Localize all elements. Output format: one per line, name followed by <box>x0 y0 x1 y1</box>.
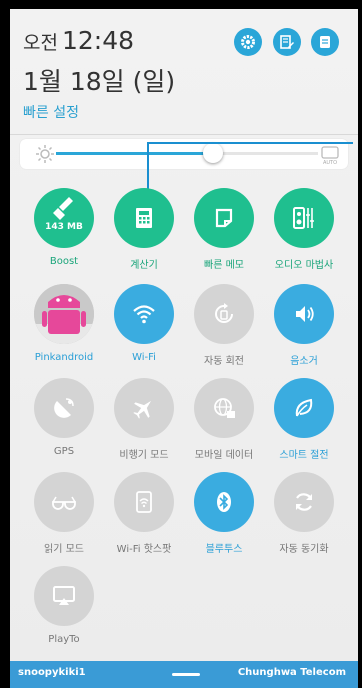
tile-label: Wi-Fi <box>132 352 156 363</box>
auto-sync-button[interactable] <box>274 472 334 532</box>
tile-mobile-data[interactable]: 모바일 데이터 <box>186 378 262 461</box>
audio-wizard-button[interactable] <box>274 188 334 248</box>
tile-auto-rotate[interactable]: 자동 회전 <box>186 284 262 367</box>
bluetooth-icon <box>217 492 231 512</box>
tile-smart-saving[interactable]: 스마트 절전 <box>266 378 342 461</box>
memo-icon <box>215 208 233 228</box>
auto-brightness-label: AUTO <box>323 160 337 166</box>
airplane-mode-button[interactable] <box>114 378 174 438</box>
equalizer-icon <box>293 207 314 229</box>
gear-icon <box>241 35 255 49</box>
quick-memo-button[interactable] <box>194 188 254 248</box>
tile-quick-memo[interactable]: 빠른 메모 <box>186 188 262 271</box>
edit-icon <box>280 35 294 49</box>
carrier-name: Chunghwa Telecom <box>237 667 346 678</box>
reading-mode-button[interactable] <box>34 472 94 532</box>
glasses-icon <box>52 496 76 510</box>
boost-memory-badge: 143 MB <box>45 222 83 232</box>
tile-label: 음소거 <box>290 356 318 367</box>
brightness-fill <box>56 152 213 155</box>
cast-icon <box>53 586 75 605</box>
playto-button[interactable] <box>34 566 94 626</box>
wifi-icon <box>133 305 155 324</box>
bluetooth-button[interactable] <box>194 472 254 532</box>
tile-label: 스마트 절전 <box>279 450 329 461</box>
tile-playto[interactable]: PlayTo <box>26 566 102 645</box>
tile-wifi-hotspot[interactable]: Wi-Fi 핫스팟 <box>106 472 182 555</box>
tile-label: 비행기 모드 <box>119 450 169 461</box>
tile-mute[interactable]: 음소거 <box>266 284 342 367</box>
drag-handle[interactable] <box>172 673 200 676</box>
clock-time: 12:48 <box>61 26 135 55</box>
speaker-icon <box>296 306 314 322</box>
clock: 오전 12:48 <box>23 26 134 55</box>
brightness-low-icon <box>33 142 57 166</box>
notes-button[interactable] <box>311 28 339 56</box>
rotate-icon <box>215 303 233 323</box>
tile-label: 읽기 모드 <box>44 544 84 555</box>
tile-label: PlayTo <box>48 634 80 645</box>
tile-label: 블루투스 <box>205 544 243 555</box>
brightness-slider-thumb[interactable] <box>203 143 223 163</box>
gps-button[interactable] <box>34 378 94 438</box>
smart-saving-button[interactable] <box>274 378 334 438</box>
broom-icon <box>53 197 73 220</box>
sync-icon <box>296 493 312 511</box>
auto-rotate-button[interactable] <box>194 284 254 344</box>
tile-label: 자동 회전 <box>204 356 244 367</box>
airplane-icon <box>133 400 152 419</box>
clock-ampm: 오전 <box>23 32 58 54</box>
satellite-icon <box>54 398 74 418</box>
hotspot-icon <box>136 491 152 513</box>
notes-icon <box>320 36 330 48</box>
tile-bluetooth[interactable]: 블루투스 <box>186 472 262 555</box>
tile-label: 빠른 메모 <box>204 260 244 271</box>
wifi-button[interactable] <box>114 284 174 344</box>
frame-right <box>358 0 362 688</box>
mute-button[interactable] <box>274 284 334 344</box>
tile-pinkandroid[interactable]: Pinkandroid <box>26 284 102 363</box>
boost-button[interactable]: 143 MB <box>34 188 94 248</box>
tile-label: 자동 동기화 <box>279 544 329 555</box>
header-divider <box>10 134 358 135</box>
tile-reading-mode[interactable]: 읽기 모드 <box>26 472 102 555</box>
settings-button[interactable] <box>234 28 262 56</box>
tile-label: 오디오 마법사 <box>274 260 334 271</box>
tile-label: Wi-Fi 핫스팟 <box>116 544 172 555</box>
tile-audio-wizard[interactable]: 오디오 마법사 <box>266 188 342 271</box>
tile-label: 계산기 <box>130 260 158 271</box>
user-avatar-button[interactable] <box>34 284 94 344</box>
frame-top <box>0 0 362 9</box>
quick-settings-title: 빠른 설정 <box>23 105 79 121</box>
wifi-hotspot-button[interactable] <box>114 472 174 532</box>
globe-icon <box>214 398 235 418</box>
tile-label: Pinkandroid <box>34 352 94 363</box>
annotation-line <box>147 142 353 144</box>
tile-auto-sync[interactable]: 자동 동기화 <box>266 472 342 555</box>
calculator-icon <box>136 208 152 228</box>
tile-label: GPS <box>53 446 75 457</box>
android-avatar-icon <box>34 284 94 344</box>
tile-wifi[interactable]: Wi-Fi <box>106 284 182 363</box>
tile-gps[interactable]: GPS <box>26 378 102 457</box>
mobile-data-button[interactable] <box>194 378 254 438</box>
calculator-button[interactable] <box>114 188 174 248</box>
edit-button[interactable] <box>273 28 301 56</box>
bottom-bar: snoopykiki1 Chunghwa Telecom <box>10 661 358 688</box>
tile-airplane-mode[interactable]: 비행기 모드 <box>106 378 182 461</box>
phone-screen: 오전 12:48 1월 18일 (일) 빠른 설정 AUTO 143 MB Bo… <box>0 0 362 688</box>
leaf-icon <box>295 398 313 417</box>
annotation-line-vertical <box>147 142 149 194</box>
tile-calculator[interactable]: 계산기 <box>106 188 182 271</box>
tile-label: Boost <box>49 256 79 267</box>
frame-left <box>0 0 10 688</box>
auto-brightness-icon[interactable]: AUTO <box>318 142 342 166</box>
tile-boost[interactable]: 143 MB Boost <box>26 188 102 267</box>
tile-label: 모바일 데이터 <box>194 450 254 461</box>
date: 1월 18일 (일) <box>23 67 176 96</box>
account-name: snoopykiki1 <box>18 667 86 678</box>
